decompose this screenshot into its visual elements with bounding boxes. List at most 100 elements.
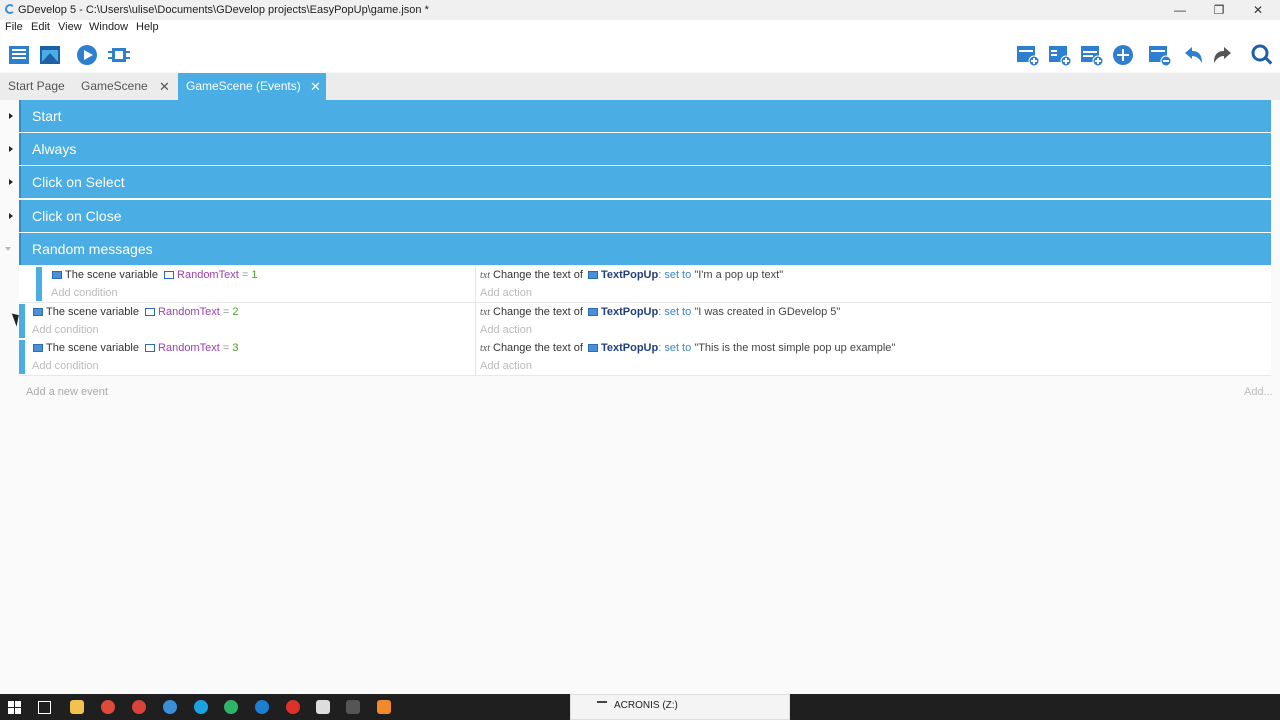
action[interactable]: txt Change the text of TextPopUp: set to … bbox=[480, 306, 840, 318]
app-icon[interactable] bbox=[224, 700, 238, 714]
collapse-toggle-icon[interactable] bbox=[5, 247, 11, 251]
add-more-link[interactable]: Add... bbox=[1244, 386, 1273, 398]
group-label: Click on Select bbox=[32, 174, 125, 190]
menu-file[interactable]: File bbox=[5, 21, 23, 33]
tab-label: GameScene (Events) bbox=[186, 79, 301, 93]
search-icon[interactable] bbox=[1250, 43, 1274, 67]
expand-toggle-icon[interactable] bbox=[9, 213, 13, 219]
text-object-icon bbox=[587, 271, 598, 280]
event-group-click-on-close[interactable]: Click on Close bbox=[19, 200, 1271, 232]
group-indent-bar bbox=[19, 200, 21, 232]
close-window-button[interactable]: ✕ bbox=[1243, 0, 1273, 20]
undo-icon[interactable] bbox=[1181, 43, 1205, 67]
action[interactable]: txt Change the text of TextPopUp: set to … bbox=[480, 269, 783, 281]
text-action-icon: txt bbox=[480, 307, 490, 318]
scene-editor-icon[interactable] bbox=[38, 43, 62, 67]
menu-edit[interactable]: Edit bbox=[31, 21, 50, 33]
task-view-icon[interactable] bbox=[38, 701, 51, 714]
action-text: Change the text of bbox=[493, 269, 583, 281]
menu-help[interactable]: Help bbox=[136, 21, 159, 33]
toolbar bbox=[0, 36, 1280, 72]
string-value: "I'm a pop up text" bbox=[694, 269, 784, 281]
app-icon[interactable] bbox=[316, 700, 330, 714]
restore-button[interactable]: ❐ bbox=[1204, 0, 1234, 20]
add-condition-link[interactable]: Add condition bbox=[32, 360, 99, 372]
action-text: Change the text of bbox=[493, 306, 583, 318]
conditions-column: The scene variable RandomText = 2 Add co… bbox=[19, 303, 476, 339]
preview-play-icon[interactable] bbox=[75, 43, 99, 67]
redo-icon[interactable] bbox=[1211, 43, 1235, 67]
add-condition-link[interactable]: Add condition bbox=[32, 324, 99, 336]
text-action-icon: txt bbox=[480, 343, 490, 354]
app-icon[interactable] bbox=[194, 700, 208, 714]
variable-icon bbox=[145, 344, 156, 353]
operator: = bbox=[241, 269, 249, 281]
object-name: TextPopUp bbox=[600, 306, 659, 318]
text-object-icon bbox=[587, 308, 598, 317]
add-action-link[interactable]: Add action bbox=[480, 287, 532, 299]
tab-gamescene[interactable]: GameScene ✕ bbox=[72, 73, 178, 100]
event-row[interactable]: The scene variable RandomText = 1 Add co… bbox=[19, 266, 1271, 303]
group-label: Always bbox=[32, 141, 77, 157]
add-subevent-icon[interactable] bbox=[1048, 43, 1072, 67]
minimize-button[interactable]: — bbox=[1165, 0, 1195, 20]
value: 2 bbox=[232, 306, 239, 318]
condition[interactable]: The scene variable RandomText = 1 bbox=[52, 269, 257, 281]
tab-gamescene-events[interactable]: GameScene (Events) ✕ bbox=[178, 73, 326, 100]
expand-toggle-icon[interactable] bbox=[9, 179, 13, 185]
event-row[interactable]: The scene variable RandomText = 3 Add co… bbox=[19, 339, 1271, 376]
project-manager-icon[interactable] bbox=[7, 43, 31, 67]
object-name: TextPopUp bbox=[600, 269, 659, 281]
action[interactable]: txt Change the text of TextPopUp: set to … bbox=[480, 342, 895, 354]
add-action-link[interactable]: Add action bbox=[480, 360, 532, 372]
expand-toggle-icon[interactable] bbox=[9, 113, 13, 119]
group-label: Click on Close bbox=[32, 208, 122, 224]
add-comment-icon[interactable] bbox=[1080, 43, 1104, 67]
action-param-label: : set to bbox=[658, 269, 692, 281]
event-indent-bar bbox=[19, 340, 25, 374]
action-param-label: : set to bbox=[658, 342, 692, 354]
add-more-icon[interactable] bbox=[1111, 43, 1135, 67]
window-title: GDevelop 5 - C:\Users\ulise\Documents\GD… bbox=[18, 4, 429, 16]
event-group-start[interactable]: Start bbox=[19, 100, 1271, 132]
group-indent-bar bbox=[19, 166, 21, 198]
close-icon[interactable]: ✕ bbox=[310, 73, 321, 100]
add-event-icon[interactable] bbox=[1016, 43, 1040, 67]
menu-bar: File Edit View Window Help bbox=[0, 20, 1280, 36]
opera-icon[interactable] bbox=[286, 700, 300, 714]
variable-icon bbox=[145, 308, 156, 317]
add-action-link[interactable]: Add action bbox=[480, 324, 532, 336]
condition[interactable]: The scene variable RandomText = 2 bbox=[33, 306, 238, 318]
text-action-icon: txt bbox=[480, 270, 490, 281]
delete-event-icon[interactable] bbox=[1148, 43, 1172, 67]
object-name: TextPopUp bbox=[600, 342, 659, 354]
string-value: "This is the most simple pop up example" bbox=[694, 342, 896, 354]
scene-variable-icon bbox=[33, 344, 43, 353]
debugger-icon[interactable] bbox=[107, 43, 131, 67]
gdevelop-taskbar-icon[interactable] bbox=[163, 700, 177, 714]
file-explorer-icon[interactable] bbox=[70, 700, 84, 714]
group-label: Start bbox=[32, 108, 62, 124]
event-group-always[interactable]: Always bbox=[19, 133, 1271, 165]
drive-notification[interactable]: ACRONIS (Z:) bbox=[570, 694, 790, 720]
browser-icon[interactable] bbox=[132, 700, 146, 714]
app-icon[interactable] bbox=[255, 700, 269, 714]
menu-window[interactable]: Window bbox=[89, 21, 128, 33]
chrome-icon[interactable] bbox=[101, 700, 115, 714]
menu-view[interactable]: View bbox=[58, 21, 82, 33]
expand-toggle-icon[interactable] bbox=[9, 146, 13, 152]
app-icon[interactable] bbox=[377, 700, 391, 714]
value: 1 bbox=[251, 269, 258, 281]
app-icon[interactable] bbox=[346, 700, 360, 714]
event-group-random-messages[interactable]: Random messages bbox=[19, 233, 1271, 265]
event-row[interactable]: The scene variable RandomText = 2 Add co… bbox=[19, 303, 1271, 340]
close-icon[interactable]: ✕ bbox=[159, 73, 170, 100]
add-condition-link[interactable]: Add condition bbox=[51, 287, 118, 299]
add-new-event-link[interactable]: Add a new event bbox=[26, 386, 108, 398]
windows-start-icon[interactable] bbox=[8, 701, 21, 714]
event-group-click-on-select[interactable]: Click on Select bbox=[19, 166, 1271, 198]
condition[interactable]: The scene variable RandomText = 3 bbox=[33, 342, 238, 354]
group-indent-bar bbox=[19, 100, 21, 132]
tab-start-page[interactable]: Start Page bbox=[0, 73, 72, 100]
drive-label: ACRONIS (Z:) bbox=[614, 700, 678, 711]
